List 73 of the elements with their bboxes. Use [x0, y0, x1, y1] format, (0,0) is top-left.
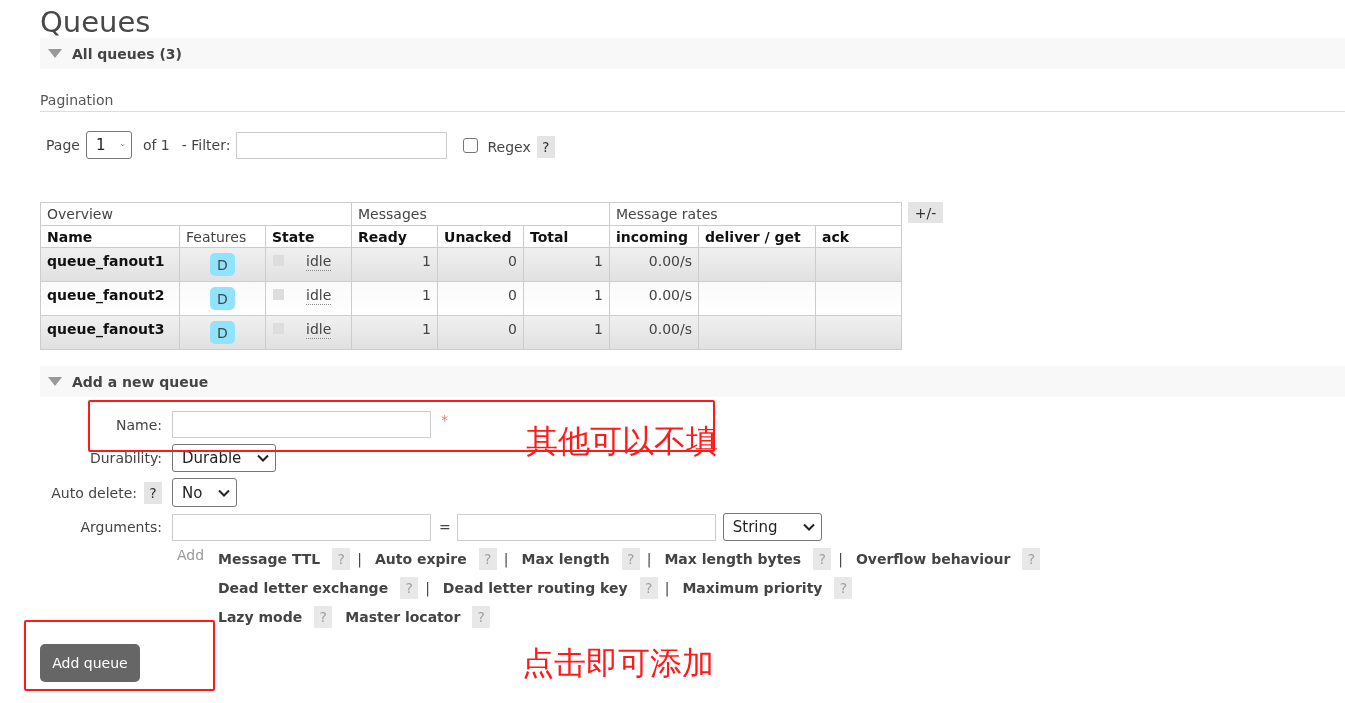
argument-hint-link[interactable]: Maximum priority — [682, 579, 823, 596]
state-label: idle — [306, 287, 332, 305]
column-group-header: Message rates — [609, 202, 902, 226]
table-cell: 1 — [523, 247, 610, 282]
help-button[interactable]: ? — [144, 481, 162, 504]
field-label: Arguments: — [80, 519, 162, 535]
column-group-header: Overview — [40, 202, 352, 226]
argument-hint-link[interactable]: Max length — [521, 550, 610, 567]
filter-label: - Filter: — [181, 137, 231, 153]
section-heading: All queues (3) — [72, 45, 182, 62]
page-select[interactable]: 1 — [85, 131, 132, 159]
option-select[interactable]: No — [172, 478, 238, 507]
column-group-header: Messages — [351, 202, 610, 226]
regex-label: Regex — [487, 139, 531, 155]
columns-toggle-button[interactable]: +/- — [908, 202, 944, 223]
table-cell: 1 — [523, 315, 610, 350]
name-field[interactable] — [172, 411, 431, 438]
section-heading: Add a new queue — [72, 373, 209, 390]
pipe-separator: | — [425, 579, 430, 596]
annotation-text: 点击即可添加 — [522, 643, 714, 683]
argument-hint-link[interactable]: Overflow behaviour — [855, 550, 1011, 567]
argument-hint-link[interactable]: Master locator — [345, 608, 461, 625]
field-label: Durability: — [89, 450, 162, 466]
column-header[interactable]: Name — [40, 225, 180, 248]
option-select[interactable]: Durable — [172, 444, 277, 472]
field-label: Name: — [115, 416, 162, 433]
state-label: idle — [306, 321, 332, 339]
table-cell: 1 — [523, 281, 610, 316]
required-mark: * — [441, 412, 448, 428]
table-cell: 0 — [437, 247, 524, 282]
feature-tag: D — [210, 253, 235, 276]
table-cell: 1 — [351, 315, 438, 350]
argument-hint-link[interactable]: Auto expire — [375, 550, 467, 567]
argument-hint-link[interactable]: Max length bytes — [664, 550, 802, 567]
page-title: Queues — [40, 4, 151, 38]
pagination-label: Pagination — [40, 92, 114, 108]
argument-hint-link[interactable]: Message TTL — [218, 550, 321, 567]
add-argument-label: Add — [176, 547, 206, 563]
section-toggle-bar[interactable]: All queues (3) — [40, 38, 1345, 69]
argument-value-field[interactable] — [456, 513, 716, 541]
equals-sign: = — [439, 519, 451, 535]
field-label: Auto delete: — [51, 484, 137, 501]
status-square-icon — [273, 289, 284, 300]
state-label: idle — [306, 253, 332, 271]
table-cell: 0.00/s — [609, 315, 699, 350]
help-button[interactable]: ? — [536, 136, 555, 158]
feature-tag: D — [210, 321, 235, 344]
table-cell: 0 — [437, 315, 524, 350]
pipe-separator: | — [357, 550, 362, 567]
chevron-down-icon — [802, 523, 815, 531]
pipe-separator: | — [503, 550, 509, 567]
section-toggle-bar[interactable]: Add a new queue — [40, 366, 1345, 397]
argument-hint-link[interactable]: Lazy mode — [218, 608, 303, 625]
table-cell: 1 — [351, 281, 438, 316]
argument-type-select[interactable]: String — [722, 513, 822, 541]
regex-checkbox[interactable] — [463, 137, 479, 153]
pipe-separator: | — [646, 550, 652, 567]
page-count-label: of 1 — [142, 137, 170, 153]
table-cell: 0 — [437, 281, 524, 316]
table-cell: 0.00/s — [609, 281, 699, 316]
page-label: Page — [46, 137, 80, 153]
argument-hint-link[interactable]: Dead letter exchange — [218, 579, 389, 596]
feature-tag: D — [210, 287, 235, 310]
table-cell: 1 — [351, 247, 438, 282]
chevron-down-icon — [218, 488, 231, 497]
add-queue-button[interactable]: Add queue — [40, 644, 140, 682]
argument-key-field[interactable] — [172, 513, 431, 541]
filter-field[interactable] — [236, 131, 448, 159]
pipe-separator: | — [664, 579, 670, 596]
chevron-down-icon — [257, 454, 270, 462]
argument-hint-link[interactable]: Dead letter routing key — [442, 579, 628, 596]
table-cell: 0.00/s — [609, 247, 699, 282]
pipe-separator: | — [838, 550, 843, 567]
